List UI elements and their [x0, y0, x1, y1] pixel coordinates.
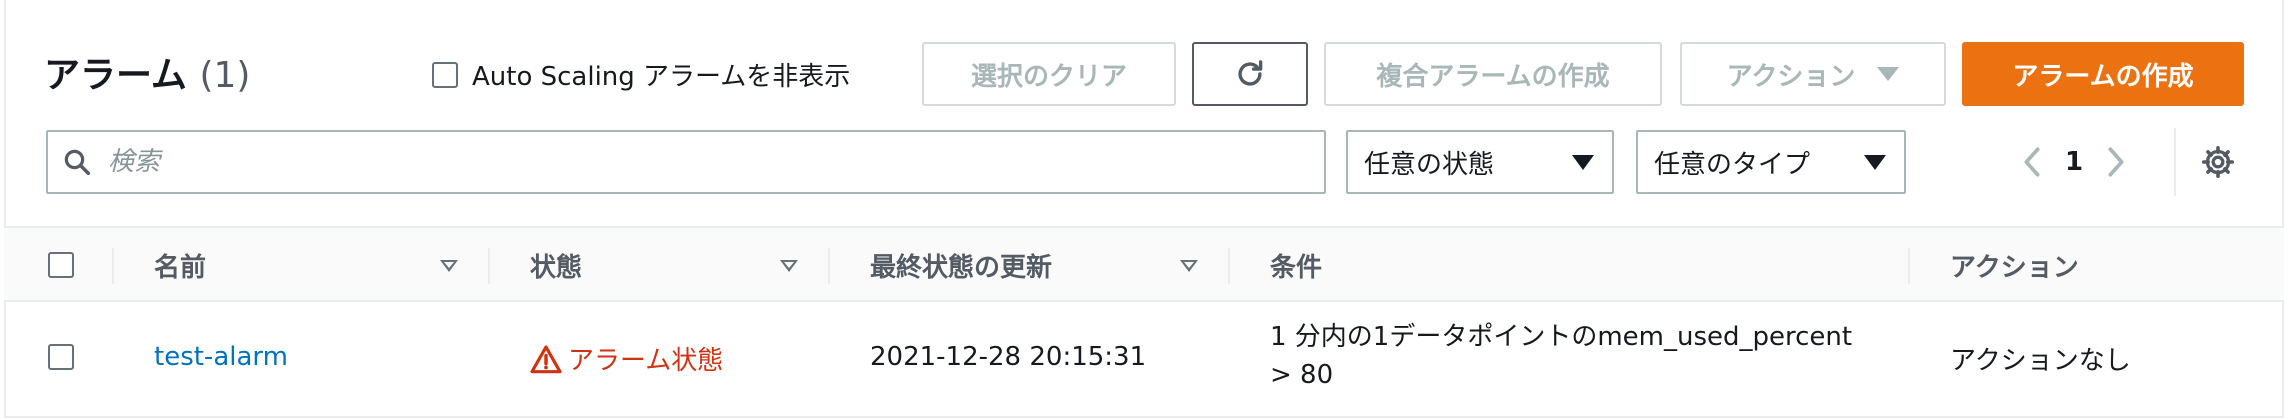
select-all-cell — [48, 228, 74, 302]
column-divider — [112, 248, 114, 284]
column-divider — [1908, 248, 1910, 284]
search-icon — [64, 149, 90, 175]
search-box[interactable] — [46, 130, 1326, 194]
actions-dropdown-button[interactable]: アクション — [1680, 42, 1946, 106]
caret-down-icon — [1864, 154, 1886, 170]
actions-cell: アクションなし — [1950, 346, 2131, 376]
column-divider — [488, 248, 490, 284]
hide-autoscaling-toggle[interactable]: Auto Scaling アラームを非表示 — [432, 56, 850, 93]
chevron-right-icon — [2108, 147, 2124, 177]
sort-icon[interactable] — [780, 260, 798, 272]
caret-down-icon — [1877, 67, 1900, 81]
gear-icon — [2201, 145, 2235, 179]
column-divider — [828, 248, 830, 284]
column-header-state[interactable]: 状態 — [530, 228, 582, 302]
toolbar-divider — [2174, 128, 2176, 196]
warning-icon — [530, 344, 562, 373]
row-select-cell — [48, 344, 74, 370]
alarm-state-text: アラーム状態 — [568, 346, 724, 376]
table-header: 名前 状態 最終状態の更新 条件 アクション — [4, 226, 2284, 302]
actions-label: アクション — [1726, 61, 1856, 92]
column-header-name[interactable]: 名前 — [154, 228, 206, 302]
hide-autoscaling-label: Auto Scaling アラームを非表示 — [472, 62, 851, 92]
page-title: アラーム (1) — [44, 46, 250, 98]
alarm-count: (1) — [199, 55, 251, 96]
previous-page-button[interactable] — [2010, 134, 2054, 190]
condition-line-2: > 80 — [1270, 360, 1334, 390]
create-alarm-button[interactable]: アラームの作成 — [1962, 42, 2244, 106]
sort-icon[interactable] — [1180, 260, 1198, 272]
refresh-icon — [1238, 60, 1263, 86]
type-filter-select[interactable]: 任意のタイプ — [1636, 130, 1906, 194]
pagination: 1 — [2010, 134, 2138, 190]
column-header-last-update[interactable]: 最終状態の更新 — [870, 228, 1052, 302]
current-page-number[interactable]: 1 — [2054, 147, 2094, 177]
search-input[interactable] — [108, 147, 1268, 177]
sort-icon[interactable] — [440, 260, 458, 272]
alarm-name-link[interactable]: test-alarm — [154, 342, 288, 372]
column-header-actions: アクション — [1950, 252, 2079, 283]
type-filter-value: 任意のタイプ — [1654, 149, 1811, 180]
title-text: アラーム — [44, 55, 187, 96]
next-page-button[interactable] — [2094, 134, 2138, 190]
preferences-button[interactable] — [2196, 140, 2240, 184]
last-update-cell: 2021-12-28 20:15:31 — [870, 342, 1147, 372]
create-composite-alarm-button[interactable]: 複合アラームの作成 — [1324, 42, 1662, 106]
state-filter-value: 任意の状態 — [1364, 149, 1495, 180]
state-filter-select[interactable]: 任意の状態 — [1346, 130, 1614, 194]
row-checkbox[interactable] — [48, 344, 74, 370]
clear-selection-button[interactable]: 選択のクリア — [922, 42, 1176, 106]
select-all-checkbox[interactable] — [48, 252, 74, 278]
alarm-state-cell: アラーム状態 — [530, 340, 723, 377]
column-divider — [1228, 248, 1230, 284]
caret-down-icon — [1572, 154, 1594, 170]
hide-autoscaling-checkbox[interactable] — [432, 61, 458, 88]
condition-line-1: 1 分内の1データポイントのmem_used_percent — [1270, 322, 1853, 352]
refresh-button[interactable] — [1192, 42, 1308, 106]
chevron-left-icon — [2024, 147, 2040, 177]
table-row: test-alarm アラーム状態 2021-12-28 20:15:31 1 … — [4, 302, 2284, 416]
column-header-condition: 条件 — [1270, 252, 1323, 283]
condition-cell: 1 分内の1データポイントのmem_used_percent > 80 — [1270, 318, 1852, 394]
